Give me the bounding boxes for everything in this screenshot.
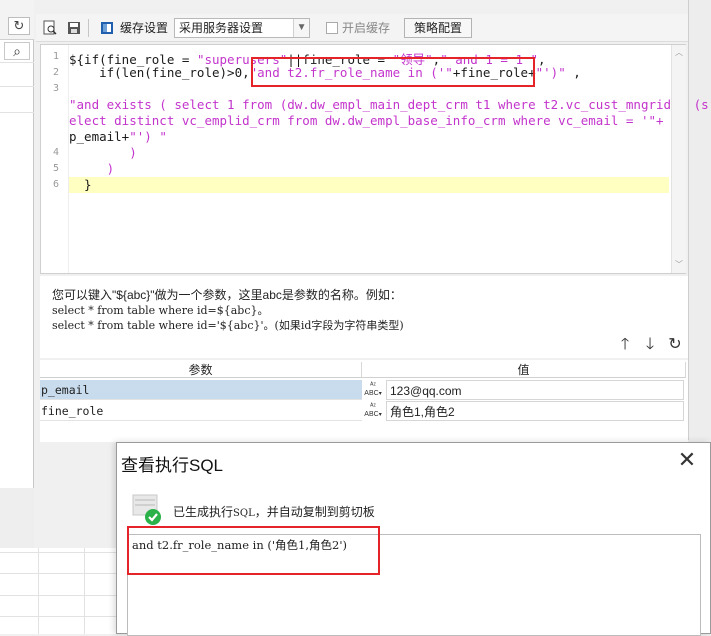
line-number-gutter: 1 2 3 4 5 6 xyxy=(41,45,69,273)
sql-toolbar: 缓存设置 采用服务器设置 ▼ 开启缓存 策略配置 xyxy=(36,14,688,42)
param-value-input[interactable]: 123@qq.com xyxy=(386,380,684,400)
param-name[interactable]: fine_role xyxy=(40,401,362,421)
divider xyxy=(0,112,34,113)
table-row[interactable]: p_email ᴬᶻ ABC▾ 123@qq.com xyxy=(40,380,688,400)
move-down-icon[interactable]: 🡓 xyxy=(642,336,658,354)
search-box[interactable]: ⌕ xyxy=(4,42,30,60)
background-grid xyxy=(0,548,118,634)
hint-line-1: 您可以键入"${abc}"做为一个参数，这里abc是参数的名称。例如： xyxy=(52,288,402,302)
column-header-param: 参数 xyxy=(40,362,362,378)
right-side-panel xyxy=(688,0,711,440)
dialog-title: 查看执行SQL xyxy=(121,456,224,475)
enable-cache-label: 开启缓存 xyxy=(342,21,391,35)
divider xyxy=(0,86,34,87)
type-abc-icon[interactable]: ᴬᶻ ABC▾ xyxy=(362,401,384,421)
save-icon[interactable] xyxy=(64,18,84,38)
annotation-highlight-box xyxy=(251,57,535,87)
chevron-down-icon[interactable]: ▼ xyxy=(293,18,310,37)
line-number: 4 xyxy=(52,147,59,158)
sql-editor[interactable]: 1 2 3 4 5 6 ${if(fine_role = "superusers… xyxy=(40,44,709,274)
column-header-value: 值 xyxy=(362,362,686,378)
sql-preview-icon[interactable] xyxy=(40,18,60,38)
top-strip xyxy=(36,0,688,14)
line-number: 5 xyxy=(52,163,59,174)
line-number: 1 xyxy=(52,51,59,62)
table-row[interactable]: fine_role ᴬᶻ ABC▾ 角色1,角色2 xyxy=(40,401,688,421)
strategy-config-button[interactable]: 策略配置 xyxy=(404,17,473,38)
code-line-6: } xyxy=(69,177,92,192)
left-panel xyxy=(0,0,34,548)
code-line-3b: elect distinct vc_emplid_crm from dw.dw_… xyxy=(69,113,664,128)
dialog-message: 已生成执行SQL，并自动复制到剪切板 xyxy=(173,505,375,519)
divider xyxy=(0,62,34,63)
left-panel-footer xyxy=(0,488,34,548)
line-number: 6 xyxy=(52,179,59,190)
cache-settings-icon xyxy=(97,18,117,38)
hint-line-3: select * from table where id='${abc}'。(如… xyxy=(52,319,404,332)
param-name[interactable]: p_email xyxy=(40,380,362,400)
cache-select-value: 采用服务器设置 xyxy=(179,21,264,35)
type-abc-icon[interactable]: ᴬᶻ ABC▾ xyxy=(362,380,384,400)
annotation-highlight-box xyxy=(127,526,380,575)
code-line-3a: "and exists ( select 1 from (dw.dw_empl_… xyxy=(69,97,709,112)
cache-settings-select[interactable]: 采用服务器设置 ▼ xyxy=(174,17,311,38)
param-value-input[interactable]: 角色1,角色2 xyxy=(386,401,684,421)
parameter-hint: 您可以键入"${abc}"做为一个参数，这里abc是参数的名称。例如： sele… xyxy=(40,276,688,358)
toolbar-separator xyxy=(88,18,89,37)
move-up-icon[interactable]: 🡑 xyxy=(617,336,633,354)
current-line-highlight xyxy=(69,177,669,193)
line-number: 3 xyxy=(52,83,59,94)
parameter-table: 参数 值 p_email ᴬᶻ ABC▾ 123@qq.com fine_role… xyxy=(40,360,688,442)
code-line-4: ) xyxy=(69,145,137,160)
cache-settings-label: 缓存设置 xyxy=(120,21,169,35)
success-check-icon xyxy=(131,493,161,525)
refresh-params-icon[interactable]: ↻ xyxy=(667,336,683,354)
code-line-5: ) xyxy=(69,161,115,176)
enable-cache-checkbox[interactable] xyxy=(326,21,339,34)
editor-scrollbar[interactable]: ︿ ﹀ xyxy=(671,45,686,273)
hint-line-2: select * from table where id=${abc}。 xyxy=(52,304,269,317)
code-line-3c: p_email+"') " xyxy=(69,129,167,144)
search-icon: ⌕ xyxy=(13,42,21,59)
view-sql-dialog: 查看执行SQL ✕ 已生成执行SQL，并自动复制到剪切板 and t2.fr_r… xyxy=(116,442,711,636)
close-icon[interactable]: ✕ xyxy=(675,448,699,472)
refresh-icon[interactable]: ↻ xyxy=(8,17,30,35)
left-toolbar: ↻ xyxy=(0,0,34,40)
line-number: 2 xyxy=(52,67,59,78)
